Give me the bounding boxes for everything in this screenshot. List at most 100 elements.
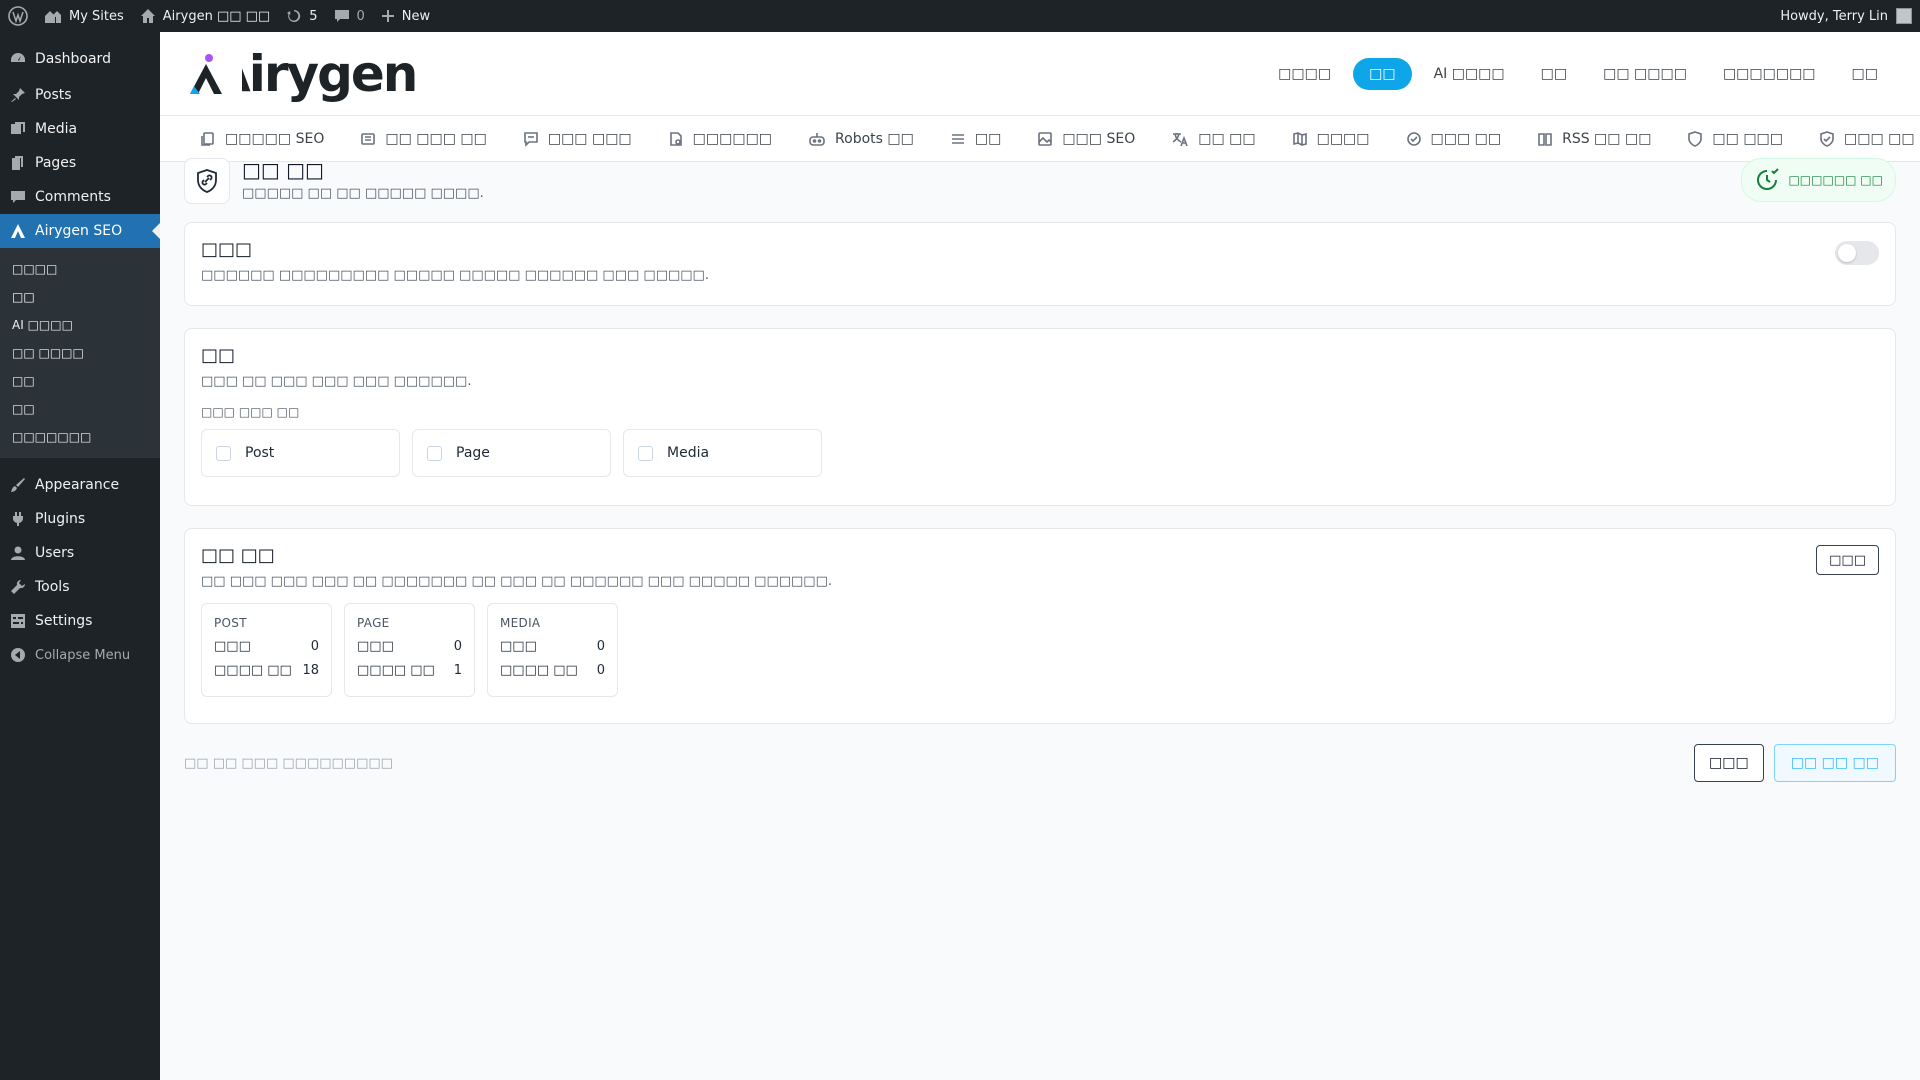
collapse-icon xyxy=(11,648,25,662)
sidebar-item-plugins[interactable]: Plugins xyxy=(0,502,160,536)
page-title: □□ □□ xyxy=(242,158,324,182)
tab-10[interactable]: □□□ □□ xyxy=(1406,131,1501,147)
submenu-item-4[interactable]: □□ □□□□ xyxy=(0,339,160,367)
post-type-option-post[interactable]: Post xyxy=(201,429,400,477)
checkbox[interactable] xyxy=(638,445,653,461)
airygen-submenu: □□□□ □□ AI □□□□ □□ □□□□ □□ □□ □□□□□□□ xyxy=(0,248,160,458)
submenu-item-1[interactable]: □□□□ xyxy=(0,255,160,283)
sidebar-item-comments[interactable]: Comments xyxy=(0,180,160,214)
sidebar-item-posts[interactable]: Posts xyxy=(0,78,160,112)
sidebar-item-appearance[interactable]: Appearance xyxy=(0,468,160,502)
stat-card-page: PAGE □□□ 0 □□□□ □□ 1 xyxy=(344,603,475,697)
avatar xyxy=(1896,8,1912,24)
submenu-item-5[interactable]: □□ xyxy=(0,367,160,395)
tab-6[interactable]: □□ xyxy=(950,131,1001,147)
collapse-menu-button[interactable]: Collapse Menu xyxy=(0,638,160,672)
account-menu[interactable]: Howdy, Terry Lin xyxy=(1780,8,1920,24)
file-gear-icon xyxy=(669,131,682,146)
topnav-item-5[interactable]: □□ □□□□ xyxy=(1589,58,1701,90)
topnav-item-1[interactable]: □□□□ xyxy=(1264,58,1345,90)
tab-2[interactable]: □□ □□□ □□ xyxy=(360,131,487,147)
brush-icon xyxy=(11,478,25,492)
plus-icon xyxy=(381,10,394,22)
plugin-header: Airygen □□□□ □□ AI □□□□ □□ □□ □□□□ □□□□□… xyxy=(160,32,1920,116)
sidebar-item-airygen-seo[interactable]: Airygen SEO xyxy=(0,214,160,248)
airygen-icon xyxy=(11,224,25,238)
updates-menu[interactable]: 5 xyxy=(278,0,325,32)
submenu-item-6[interactable]: □□ xyxy=(0,395,160,423)
submenu-item-7[interactable]: □□□□□□□ xyxy=(0,423,160,451)
my-sites-menu[interactable]: My Sites xyxy=(36,0,132,32)
submenu-item-3[interactable]: AI □□□□ xyxy=(0,311,160,339)
secondary-action-button[interactable]: □□□ xyxy=(1694,744,1764,782)
refresh-button[interactable]: □□□ xyxy=(1816,545,1879,575)
tab-9[interactable]: □□□□ xyxy=(1292,131,1370,147)
file-copy-icon xyxy=(201,131,214,146)
card-toggle-title: □□□ xyxy=(201,239,253,260)
post-type-option-media[interactable]: Media xyxy=(623,429,822,477)
checkbox[interactable] xyxy=(427,445,442,461)
card-stats-title: □□ □□ xyxy=(201,545,275,566)
tab-12[interactable]: □□ □□□ xyxy=(1687,131,1783,147)
new-content-menu[interactable]: New xyxy=(373,0,438,32)
refresh-icon xyxy=(287,9,301,22)
tab-1[interactable]: □□□□□ SEO xyxy=(200,131,324,147)
sidebar-item-media[interactable]: Media xyxy=(0,112,160,146)
wordpress-logo-button[interactable] xyxy=(0,0,36,32)
newspaper-icon xyxy=(361,132,376,145)
footer-actions: □□ □□ □□□ □□□□□□□□□ □□□ □□ □□ □□ xyxy=(184,744,1896,782)
tab-8[interactable]: □□ □□ xyxy=(1171,131,1256,147)
message-icon xyxy=(524,131,538,147)
sites-icon xyxy=(45,11,61,23)
page-header: □□ □□ □□□□□ □□ □□ □□□□□ □□□□. □□□□□□ □□ xyxy=(184,158,1896,212)
tab-13[interactable]: □□□ □□ SEO xyxy=(1819,131,1920,147)
tab-11[interactable]: RSS □□ □□ xyxy=(1537,131,1651,147)
user-icon xyxy=(11,546,25,560)
card-stats: □□ □□ □□ □□□ □□□ □□□ □□ □□□□□□□ □□ □□□ □… xyxy=(184,528,1896,724)
main-area: Airygen □□□□ □□ AI □□□□ □□ □□ □□□□ □□□□□… xyxy=(160,32,1920,1080)
shield-check-icon xyxy=(1820,130,1834,147)
comments-menu[interactable]: 0 xyxy=(326,0,373,32)
stat-card-post: POST □□□ 0 □□□□ □□ 18 xyxy=(201,603,332,697)
tab-5[interactable]: Robots □□ xyxy=(808,131,914,147)
sidebar-item-dashboard[interactable]: Dashboard xyxy=(0,42,160,76)
checkbox[interactable] xyxy=(216,445,231,461)
stat-card-media: MEDIA □□□ 0 □□□□ □□ 0 xyxy=(487,603,618,697)
translate-icon xyxy=(1172,132,1188,146)
tab-7[interactable]: □□□ SEO xyxy=(1037,131,1135,147)
card-stats-desc: □□ □□□ □□□ □□□ □□ □□□□□□□ □□ □□□ □□ □□□□… xyxy=(201,574,833,589)
admin-sidebar: Dashboard Posts Media Pages Comments Air… xyxy=(0,32,160,1080)
site-name-menu[interactable]: Airygen □□ □□ xyxy=(132,0,278,32)
footer-buttons: □□□ □□ □□ □□ xyxy=(1694,744,1896,782)
submenu-item-2[interactable]: □□ xyxy=(0,283,160,311)
topnav-item-3[interactable]: AI □□□□ xyxy=(1420,58,1519,90)
sidebar-item-pages[interactable]: Pages xyxy=(0,146,160,180)
home-icon xyxy=(140,9,155,23)
tab-3[interactable]: □□□ □□□ xyxy=(523,131,632,147)
pin-icon xyxy=(11,88,25,102)
list-icon xyxy=(951,133,964,144)
post-type-option-page[interactable]: Page xyxy=(412,429,611,477)
plugin-top-nav: □□□□ □□ AI □□□□ □□ □□ □□□□ □□□□□□□ □□ xyxy=(1264,57,1892,90)
sidebar-item-settings[interactable]: Settings xyxy=(0,604,160,638)
airygen-logo[interactable]: Airygen xyxy=(188,45,416,103)
page-subtitle: □□□□□ □□ □□ □□□□□ □□□□. xyxy=(242,186,484,201)
robot-icon xyxy=(809,132,825,146)
wrench-icon xyxy=(11,579,26,594)
save-settings-button[interactable]: □□ □□ □□ xyxy=(1773,744,1896,782)
stats-row: POST □□□ 0 □□□□ □□ 18 PAGE □□□ 0 □□□□ □□ 1 M… xyxy=(201,603,1879,697)
sidebar-item-users[interactable]: Users xyxy=(0,536,160,570)
card-post-types-title: □□ xyxy=(201,345,236,366)
topnav-item-4[interactable]: □□ xyxy=(1527,58,1581,90)
tab-4[interactable]: □□□□□□ xyxy=(668,131,772,147)
enable-toggle[interactable] xyxy=(1835,241,1879,265)
feature-tabs: □□□□□ SEO □□ □□□ □□ □□□ □□□ □□□□□□ Robot… xyxy=(160,116,1920,162)
topnav-item-6[interactable]: □□□□□□□ xyxy=(1709,58,1830,90)
sidebar-item-tools[interactable]: Tools xyxy=(0,570,160,604)
plug-icon xyxy=(13,512,23,526)
comment-icon xyxy=(11,191,25,203)
status-badge: □□□□□□ □□ xyxy=(1741,158,1896,202)
topnav-item-2[interactable]: □□ xyxy=(1353,57,1412,90)
topnav-item-7[interactable]: □□ xyxy=(1838,58,1892,90)
footer-note: □□ □□ □□□ □□□□□□□□□ xyxy=(184,755,393,771)
